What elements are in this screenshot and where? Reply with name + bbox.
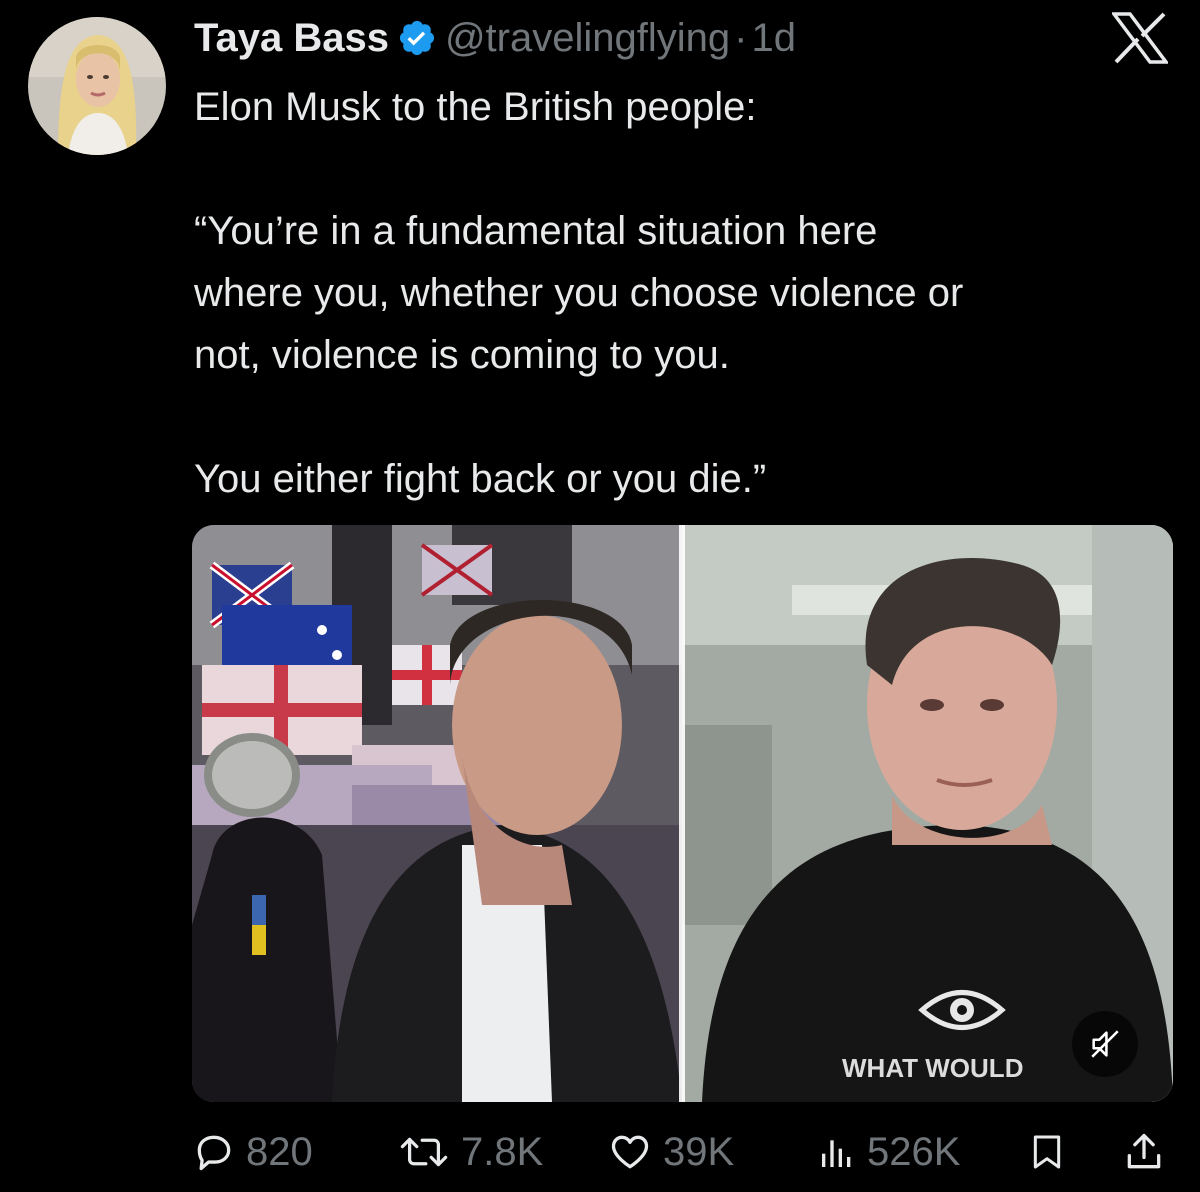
repost-count: 7.8K [461, 1129, 544, 1174]
post-time[interactable]: 1d [751, 16, 796, 61]
tweet-text-line: where you, whether you choose violence o… [194, 271, 964, 315]
repost-icon [400, 1137, 448, 1167]
reply-button[interactable]: 820 [192, 1124, 313, 1180]
share-icon [1127, 1133, 1161, 1169]
views-count: 526K [867, 1129, 961, 1174]
reply-icon [197, 1135, 231, 1171]
tweet-header: Taya Bass @travelingflying · 1d [194, 12, 796, 64]
share-button[interactable] [1122, 1124, 1166, 1180]
video-frame: WHAT WOULD [192, 525, 1173, 1102]
author-name[interactable]: Taya Bass [194, 16, 389, 61]
speaker-muted-icon [1091, 1030, 1119, 1058]
avatar[interactable] [28, 17, 166, 155]
avatar-photo [28, 17, 166, 155]
repost-button[interactable]: 7.8K [397, 1124, 543, 1180]
like-count: 39K [663, 1129, 735, 1174]
author-handle[interactable]: @travelingflying [445, 16, 730, 61]
action-bar: 820 7.8K 39K 526K [192, 1124, 1172, 1180]
bookmark-icon [1033, 1135, 1061, 1169]
reply-count: 820 [246, 1129, 313, 1174]
video-player[interactable]: WHAT WOULD [192, 525, 1173, 1102]
like-button[interactable]: 39K [607, 1124, 734, 1180]
analytics-icon [822, 1140, 851, 1167]
tweet-text-line: not, violence is coming to you. [194, 333, 730, 377]
tweet-body: Elon Musk to the British people: “You’re… [194, 76, 1154, 510]
views-button[interactable]: 526K [817, 1124, 960, 1180]
verified-badge-icon [399, 20, 435, 56]
separator-dot: · [734, 15, 748, 60]
bookmark-button[interactable] [1027, 1124, 1067, 1180]
mute-toggle-button[interactable] [1072, 1011, 1138, 1077]
tweet-text-line: Elon Musk to the British people: [194, 85, 757, 129]
heart-icon [611, 1135, 649, 1169]
x-logo-icon [1112, 12, 1168, 64]
tweet-text-line: “You’re in a fundamental situation here [194, 209, 878, 253]
shirt-text: WHAT WOULD [842, 1053, 1023, 1083]
tweet-text-line: You either fight back or you die.” [194, 457, 767, 501]
